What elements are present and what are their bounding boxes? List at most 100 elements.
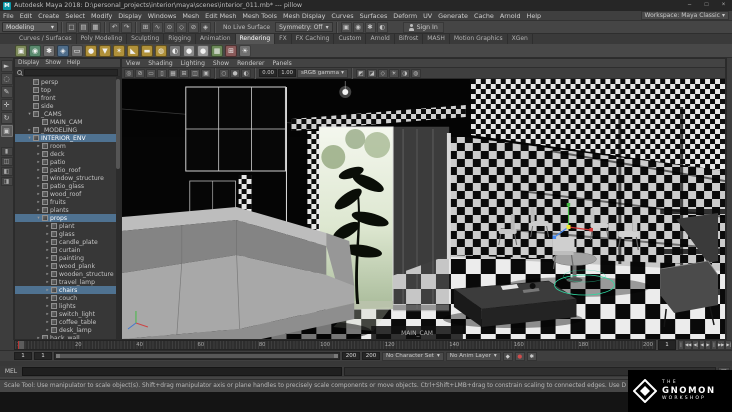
expander-icon[interactable]: ▸ (35, 176, 42, 181)
range-bar[interactable] (56, 354, 338, 358)
menu-item[interactable]: Curves (328, 11, 356, 21)
shelf-tab[interactable]: Bifrost (394, 34, 424, 44)
step-forward-frame-button[interactable]: ▶▶ (716, 340, 726, 350)
expander-icon[interactable]: ▸ (44, 312, 51, 317)
range-handle-left[interactable] (56, 354, 60, 358)
minimize-button[interactable]: – (681, 0, 698, 11)
outliner-item[interactable]: top (15, 86, 120, 94)
outliner-item[interactable]: ▸ patio_roof (15, 166, 120, 174)
expander-icon[interactable]: ▸ (35, 208, 42, 213)
light-editor-icon[interactable]: ☀ (239, 44, 251, 57)
animation-start-field[interactable]: 1 (14, 352, 32, 360)
expander-icon[interactable]: ▸ (44, 272, 51, 277)
playback-end-field[interactable]: 200 (342, 352, 360, 360)
snap-curve-icon[interactable]: ∿ (152, 21, 163, 33)
menu-item[interactable]: Display (115, 11, 145, 21)
outliner-item[interactable]: ▸ patio_glass (15, 182, 120, 190)
expander-icon[interactable]: ▸ (44, 296, 51, 301)
anim-layer-selector[interactable]: No Anim Layer ▾ (445, 351, 501, 361)
outliner-item[interactable]: ▸ couch (15, 294, 120, 302)
shelf-tab[interactable]: Rendering (235, 34, 276, 44)
point-light-icon[interactable]: ✶ (113, 44, 125, 57)
menu-item[interactable]: Deform (390, 11, 420, 21)
lasso-tool[interactable]: ◌ (0, 73, 13, 85)
select-tool[interactable]: ► (0, 60, 13, 72)
gate-mask-icon[interactable]: ▦ (168, 68, 178, 78)
menu-item[interactable]: File (0, 11, 17, 21)
outliner-item[interactable]: ▸ wooden_structure (15, 270, 120, 278)
outliner-item[interactable]: ▸ painting (15, 254, 120, 262)
render-current-frame-icon[interactable]: ▣ (15, 44, 27, 57)
spot-light-icon[interactable]: ◣ (127, 44, 139, 57)
exposure-field[interactable]: 0.00 (259, 69, 277, 77)
outliner-item[interactable]: ▸ lights (15, 302, 120, 310)
outliner-item[interactable]: ▸ plant (15, 222, 120, 230)
range-handle-right[interactable] (334, 354, 338, 358)
snap-grid-icon[interactable]: ⊞ (140, 21, 151, 33)
outliner-item[interactable]: ▸ patio (15, 158, 120, 166)
ambient-light-icon[interactable]: ● (85, 44, 97, 57)
character-set-selector[interactable]: No Character Set ▾ (382, 351, 444, 361)
four-pane-layout-button[interactable]: ◫ (0, 157, 13, 166)
current-time-marker[interactable] (18, 341, 24, 349)
shelf-tab[interactable]: Poly Modeling (76, 34, 128, 44)
shelf-tab[interactable]: FX Caching (291, 34, 335, 44)
viewport-canvas[interactable]: MAIN_CAM (122, 79, 725, 339)
menu-item[interactable]: Create (35, 11, 62, 21)
scale-tool[interactable]: ▣ (0, 125, 13, 137)
texture-icon[interactable]: ▦ (211, 44, 223, 57)
scrollbar-thumb[interactable] (116, 79, 120, 169)
outliner-item[interactable]: MAIN_CAM (15, 118, 120, 126)
shaded-sphere-icon[interactable]: ● (230, 68, 240, 78)
expander-icon[interactable]: ▸ (44, 288, 51, 293)
menu-item[interactable]: Windows (145, 11, 180, 21)
rotate-tool[interactable]: ↻ (0, 112, 13, 124)
outliner-item[interactable]: front (15, 94, 120, 102)
volume-light-icon[interactable]: ◍ (155, 44, 167, 57)
expander-icon[interactable]: ▸ (44, 224, 51, 229)
redo-icon[interactable]: ↷ (121, 21, 132, 33)
close-button[interactable]: × (715, 0, 732, 11)
blinn-material-icon[interactable]: ● (183, 44, 195, 57)
animation-end-field[interactable]: 200 (362, 352, 380, 360)
preferences-icon[interactable]: ✱ (526, 351, 537, 361)
snap-point-icon[interactable]: ⊙ (164, 21, 175, 33)
menu-item[interactable]: Mesh Display (280, 11, 328, 21)
ipr-render-icon[interactable]: ◉ (29, 44, 41, 57)
step-back-frame-button[interactable]: ◀◀ (683, 340, 693, 350)
command-input[interactable] (22, 367, 342, 376)
directional-light-icon[interactable]: ▼ (99, 44, 111, 57)
outliner-item[interactable]: ▸ switch_light (15, 310, 120, 318)
outliner-item[interactable]: ▾ INTERIOR_ENV (15, 134, 120, 142)
outliner-item[interactable]: ▸ coffee_table (15, 318, 120, 326)
make-live-icon[interactable]: ⊘ (188, 21, 199, 33)
right-panel-strip[interactable] (726, 58, 732, 340)
shelf-tab[interactable]: Motion Graphics (449, 34, 508, 44)
outliner-item[interactable]: ▸ _MODELING (15, 126, 120, 134)
expander-icon[interactable]: ▸ (44, 240, 51, 245)
safe-action-icon[interactable]: ◫ (190, 68, 200, 78)
outliner-item[interactable]: ▸ room (15, 142, 120, 150)
outliner-search-input[interactable] (24, 68, 118, 76)
shelf-tab[interactable]: FX (275, 34, 292, 44)
move-tool[interactable]: ✛ (0, 99, 13, 111)
viewport-menu-item[interactable]: Show (209, 59, 233, 68)
expander-icon[interactable]: ▸ (35, 192, 42, 197)
area-light-icon[interactable]: ▬ (141, 44, 153, 57)
expander-icon[interactable]: ▸ (35, 152, 42, 157)
outliner-item[interactable]: ▸ back_wall (15, 334, 120, 339)
outliner-item[interactable]: ▸ glass (15, 230, 120, 238)
single-pane-layout-button[interactable]: ▮ (0, 147, 13, 156)
snap-plane-icon[interactable]: ◇ (176, 21, 187, 33)
render-view-icon[interactable]: ▭ (71, 44, 83, 57)
undo-icon[interactable]: ↶ (109, 21, 120, 33)
shelf-tab[interactable]: Rigging (164, 34, 196, 44)
shelf-tab[interactable]: XGen (507, 34, 533, 44)
hypershade-icon[interactable]: ◈ (57, 44, 69, 57)
outliner-scrollbar[interactable] (116, 77, 120, 339)
resolution-gate-icon[interactable]: ▯ (157, 68, 167, 78)
render-settings-icon[interactable]: ✱ (364, 21, 376, 33)
ao-icon[interactable]: ◍ (410, 68, 421, 78)
expander-icon[interactable]: ▾ (26, 136, 33, 141)
expander-icon[interactable]: ▸ (44, 264, 51, 269)
